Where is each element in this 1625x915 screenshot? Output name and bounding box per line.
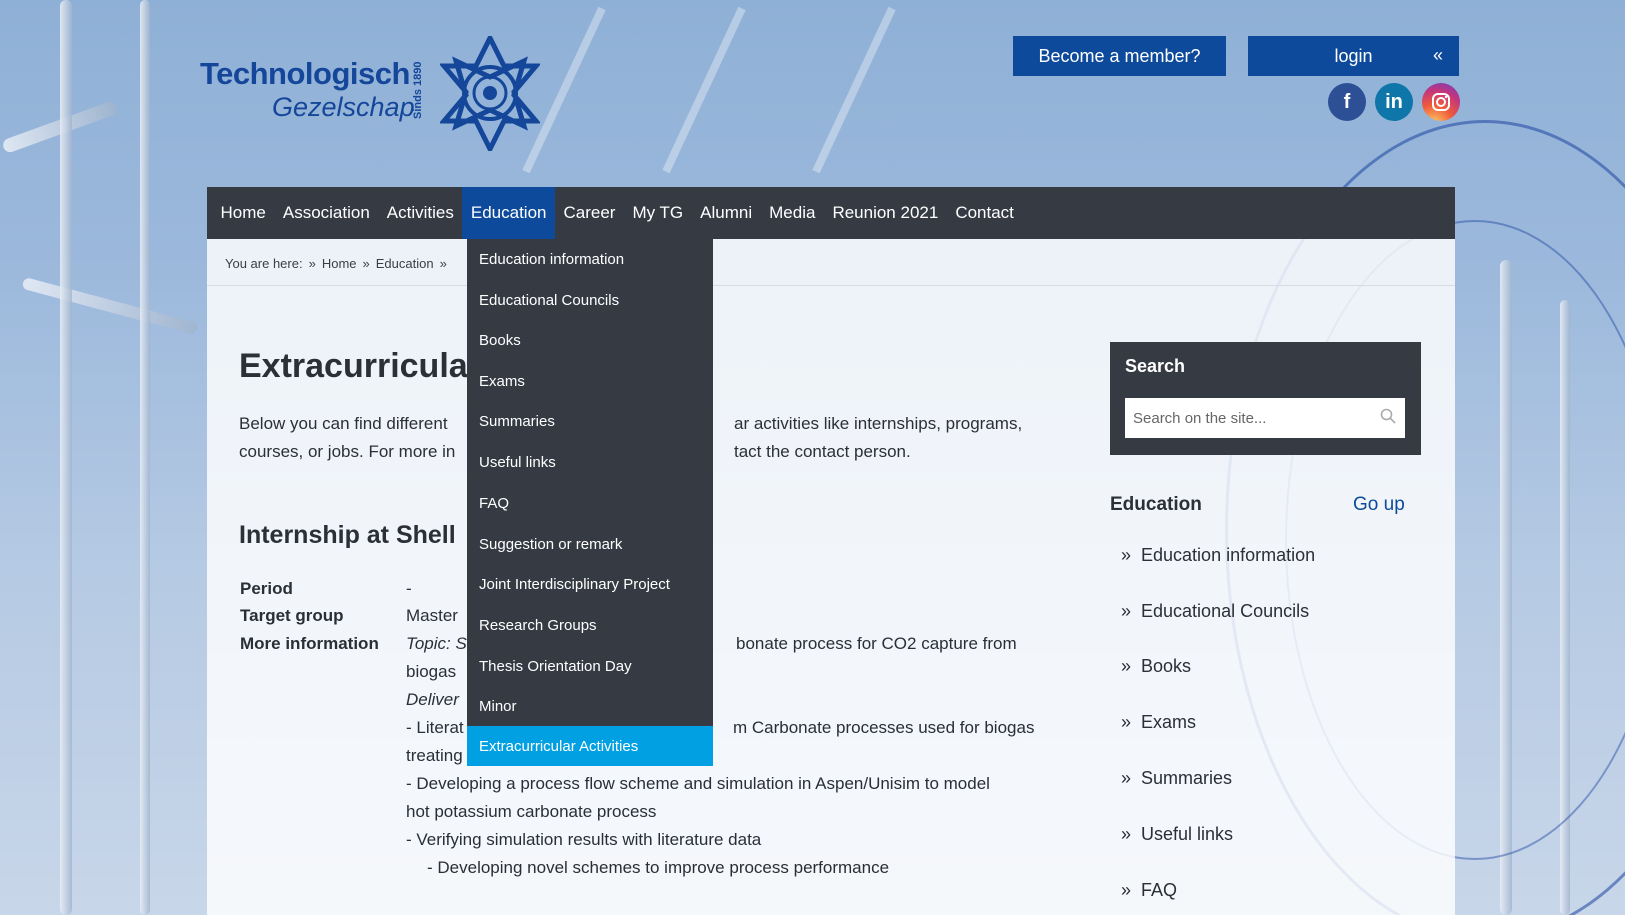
deliverable-simulation: - Developing a process flow scheme and s…	[406, 774, 990, 793]
login-label: login	[1334, 45, 1373, 66]
dropdown-item-faq[interactable]: FAQ	[467, 483, 713, 523]
become-member-button[interactable]: Become a member?	[1013, 36, 1226, 76]
instagram-icon[interactable]	[1422, 83, 1460, 121]
sidebar-item-useful-links[interactable]: » Useful links	[1121, 824, 1233, 845]
page-title: Extracurricula	[239, 347, 468, 385]
dropdown-item-books[interactable]: Books	[467, 320, 713, 360]
search-widget: Search	[1110, 342, 1421, 455]
dropdown-item-education-information[interactable]: Education information	[467, 239, 713, 279]
dropdown-item-joint-project[interactable]: Joint Interdisciplinary Project	[467, 564, 713, 604]
content-card: You are here: » Home » Education » Extra…	[207, 239, 1455, 915]
topic-right: bonate process for CO2 capture from	[736, 634, 1017, 653]
period-label: Period	[240, 579, 293, 598]
logo-since: Sinds 1890	[412, 61, 424, 119]
nav-alumni[interactable]: Alumni	[692, 187, 761, 239]
dropdown-item-exams[interactable]: Exams	[467, 361, 713, 401]
sidebar-section-title: Education	[1110, 494, 1202, 515]
dropdown-item-extracurricular-activities[interactable]: Extracurricular Activities	[467, 726, 713, 766]
breadcrumb-separator: »	[362, 256, 370, 271]
nav-reunion-2021[interactable]: Reunion 2021	[824, 187, 947, 239]
chevron-left-icon: «	[1432, 45, 1443, 65]
search-title: Search	[1125, 356, 1186, 376]
sidebar-item-summaries[interactable]: » Summaries	[1121, 768, 1232, 789]
sidebar-item-label: Summaries	[1141, 768, 1233, 788]
nav-contact[interactable]: Contact	[947, 187, 1023, 239]
linkedin-icon[interactable]: in	[1375, 83, 1413, 121]
literature-left: - Literat	[406, 718, 464, 737]
nav-education[interactable]: Education	[462, 187, 555, 239]
breadcrumb: You are here: » Home » Education »	[225, 256, 447, 271]
dropdown-item-thesis-orientation-day[interactable]: Thesis Orientation Day	[467, 646, 713, 686]
deliverable-simulation-cont: hot potassium carbonate process	[406, 802, 657, 821]
nav-activities[interactable]: Activities	[378, 187, 462, 239]
literature-treating: treating	[406, 746, 463, 765]
social-links: f in	[1328, 83, 1460, 121]
sidebar-item-label: Educational Councils	[1141, 601, 1310, 621]
nav-my-tg[interactable]: My TG	[624, 187, 692, 239]
education-dropdown-menu: Education information Educational Counci…	[467, 239, 713, 766]
logo-emblem-icon	[440, 36, 540, 151]
site-logo[interactable]: Technologisch Gezelschap Sinds 1890	[200, 36, 560, 151]
intro-line-2-left: courses, or jobs. For more in	[239, 442, 456, 461]
login-button[interactable]: login «	[1248, 36, 1459, 76]
go-up-link[interactable]: Go up	[1353, 494, 1405, 516]
breadcrumb-prefix: You are here:	[225, 256, 303, 271]
deliverable-verify: - Verifying simulation results with lite…	[406, 830, 762, 849]
facebook-icon[interactable]: f	[1328, 83, 1366, 121]
sidebar-item-exams[interactable]: » Exams	[1121, 712, 1196, 733]
sidebar-item-label: Exams	[1141, 712, 1197, 732]
sidebar-item-faq[interactable]: » FAQ	[1121, 880, 1177, 901]
nav-media[interactable]: Media	[761, 187, 824, 239]
topic-prefix: Topic: S	[406, 634, 467, 653]
literature-right: m Carbonate processes used for biogas	[733, 718, 1035, 737]
dropdown-item-suggestion[interactable]: Suggestion or remark	[467, 524, 713, 564]
dropdown-item-research-groups[interactable]: Research Groups	[467, 605, 713, 645]
section-title: Internship at Shell	[239, 521, 456, 549]
divider	[207, 285, 1455, 286]
sidebar-item-label: Useful links	[1141, 824, 1234, 844]
breadcrumb-home[interactable]: Home	[322, 256, 357, 271]
target-group-label: Target group	[240, 606, 344, 625]
intro-line-2-right: tact the contact person.	[734, 442, 911, 461]
sidebar-item-label: Books	[1141, 656, 1192, 676]
dropdown-item-minor[interactable]: Minor	[467, 686, 713, 726]
breadcrumb-education[interactable]: Education	[376, 256, 434, 271]
search-icon[interactable]	[1380, 408, 1396, 429]
topic-biogas: biogas	[406, 662, 457, 681]
breadcrumb-separator: »	[308, 256, 316, 271]
main-nav: Home Association Activities Education Ca…	[207, 187, 1455, 239]
deliverables-prefix: Deliver	[406, 690, 459, 709]
intro-line-1-left: Below you can find different	[239, 414, 448, 433]
dropdown-item-educational-councils[interactable]: Educational Councils	[467, 280, 713, 320]
breadcrumb-separator: »	[439, 256, 447, 271]
sidebar-item-label: FAQ	[1141, 880, 1178, 900]
sidebar-item-educational-councils[interactable]: » Educational Councils	[1121, 601, 1309, 622]
intro-line-1-right: ar activities like internships, programs…	[734, 414, 1023, 433]
dropdown-item-summaries[interactable]: Summaries	[467, 401, 713, 441]
sidebar-item-label: Education information	[1141, 545, 1316, 565]
deliverable-novel-schemes: - Developing novel schemes to improve pr…	[427, 858, 890, 877]
sidebar-item-books[interactable]: » Books	[1121, 656, 1191, 677]
nav-career[interactable]: Career	[555, 187, 624, 239]
nav-home[interactable]: Home	[212, 187, 274, 239]
search-input[interactable]	[1125, 398, 1405, 438]
dropdown-item-useful-links[interactable]: Useful links	[467, 442, 713, 482]
nav-association[interactable]: Association	[274, 187, 378, 239]
more-info-label: More information	[240, 634, 379, 653]
sidebar-item-education-information[interactable]: » Education information	[1121, 545, 1315, 566]
period-value: -	[406, 579, 412, 598]
logo-title: Technologisch	[200, 56, 410, 91]
target-group-value: Master	[406, 606, 458, 625]
logo-subtitle: Gezelschap	[272, 92, 415, 122]
